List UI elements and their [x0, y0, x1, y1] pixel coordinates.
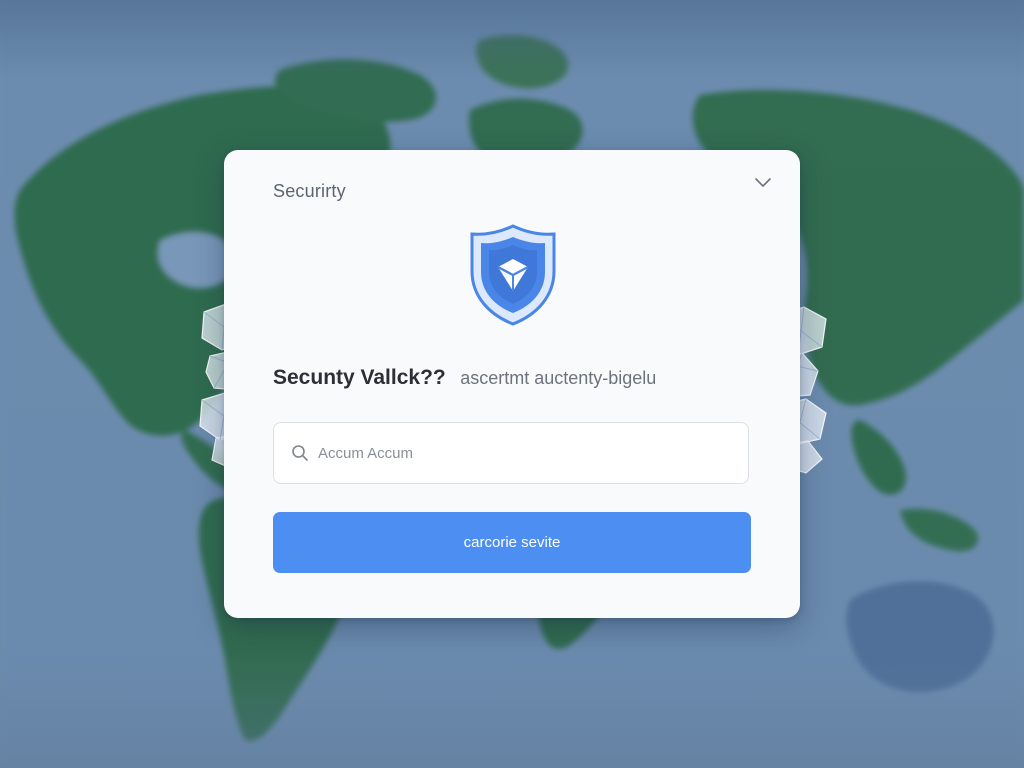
headline-row: Secunty Vallck?? ascertmt auctenty-bigel… — [273, 366, 773, 390]
top-vignette — [0, 0, 1024, 80]
security-dialog: Securirty Secunty Vallck?? ascertmt auct… — [224, 150, 800, 618]
bottom-vignette — [0, 648, 1024, 768]
search-input[interactable] — [316, 443, 720, 463]
desktop-background: Securirty Secunty Vallck?? ascertmt auct… — [0, 0, 1024, 768]
dialog-title: Securirty — [273, 181, 346, 201]
close-button[interactable] — [750, 170, 776, 196]
search-field[interactable] — [273, 422, 749, 484]
search-icon — [290, 443, 310, 463]
dialog-subheadline: ascertmt auctenty-bigelu — [460, 368, 657, 388]
shield-check-icon — [470, 224, 556, 326]
dialog-headline: Secunty Vallck?? — [273, 366, 446, 389]
primary-action-button[interactable]: carcorie sevite — [273, 512, 751, 573]
chevron-down-icon — [755, 178, 771, 187]
